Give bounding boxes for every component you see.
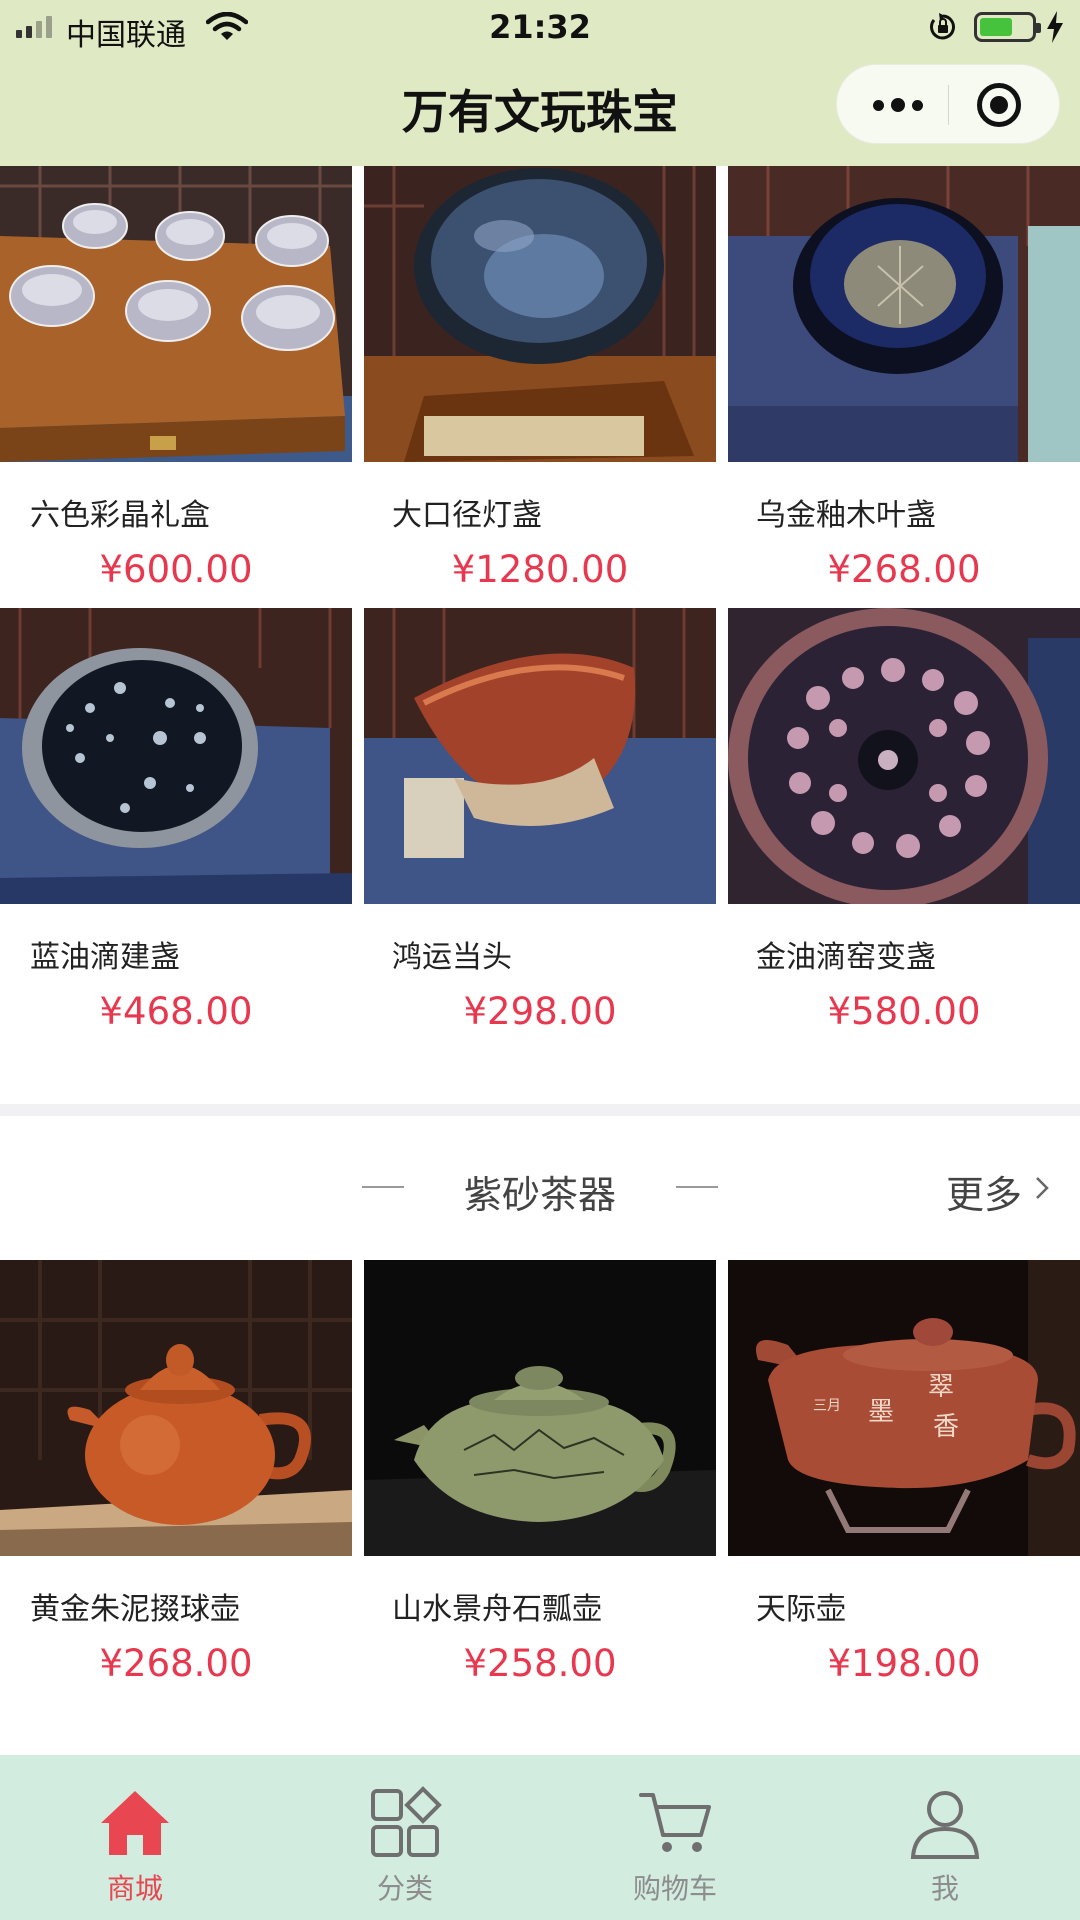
tab-label: 分类 [376,1872,433,1905]
product-image[interactable] [728,166,1080,462]
product-name[interactable]: 蓝油滴建盏 [30,932,180,976]
product-price: ¥580.00 [827,990,981,1033]
product-image[interactable] [364,608,716,904]
title-line-right [676,1186,718,1188]
product-photo [0,608,352,904]
product-image[interactable] [364,1260,716,1556]
product-row: 蓝油滴建盏 ¥468.00 鸿运当头 ¥298.00 金油滴窑变盏 ¥580.0… [0,608,1080,1104]
product-photo [364,166,716,462]
product-name[interactable]: 六色彩晶礼盒 [30,490,210,534]
battery-icon [974,12,1041,42]
product-price: ¥268.00 [827,548,981,591]
product-image[interactable] [0,608,352,904]
product-photo [0,166,352,462]
category-icon [371,1786,442,1857]
charging-icon [1047,11,1063,43]
svg-text:三月: 三月 [813,1398,841,1414]
product-price: ¥468.00 [99,990,253,1033]
home-icon [101,1791,169,1855]
product-image[interactable] [364,166,716,462]
dot-icon [873,99,884,111]
product-photo [728,608,1080,904]
tab-label: 购物车 [632,1872,717,1905]
svg-text:墨: 墨 [868,1397,894,1427]
tab-cart[interactable]: 购物车 [540,1755,810,1920]
product-photo [728,166,1080,462]
product-photo [364,1260,716,1556]
product-image[interactable] [728,608,1080,904]
section-title: 紫砂茶器 [463,1173,616,1217]
svg-text:香: 香 [933,1412,959,1442]
product-card[interactable]: 大口径灯盏 ¥1280.00 [364,166,716,662]
product-image[interactable] [0,166,352,462]
product-name[interactable]: 大口径灯盏 [392,490,542,534]
more-link[interactable]: 更多 [946,1164,1022,1219]
tab-bar: 商城 分类 购物车 我 [0,1755,1080,1920]
product-price: ¥600.00 [99,548,253,591]
product-row: 黄金朱泥掇球壶 ¥268.00 山水景舟石瓢壶 ¥258.00 墨 翠 香 三月… [0,1260,1080,1756]
product-name[interactable]: 黄金朱泥掇球壶 [30,1584,240,1628]
tab-label: 商城 [106,1872,163,1905]
status-time: 21:32 [489,8,591,46]
more-options-button[interactable] [851,65,945,145]
tab-mall[interactable]: 商城 [0,1755,270,1920]
product-photo [364,608,716,904]
product-price: ¥198.00 [827,1642,981,1685]
product-name[interactable]: 金油滴窑变盏 [756,932,936,976]
mini-program-capsule [836,64,1060,144]
product-image[interactable] [0,1260,352,1556]
dot-icon [891,98,905,112]
product-row: 六色彩晶礼盒 ¥600.00 大口径灯盏 ¥1280.00 乌金釉木叶盏 ¥26… [0,166,1080,662]
product-price: ¥258.00 [463,1642,617,1685]
cart-icon [639,1793,711,1852]
product-card[interactable]: 山水景舟石瓢壶 ¥258.00 [364,1260,716,1756]
product-name[interactable]: 天际壶 [756,1584,846,1628]
tab-category[interactable]: 分类 [270,1755,540,1920]
product-price: ¥1280.00 [451,548,629,591]
product-price: ¥268.00 [99,1642,253,1685]
product-image[interactable]: 墨 翠香 三月 [728,1260,1080,1556]
product-card[interactable]: 蓝油滴建盏 ¥468.00 [0,608,352,1104]
top-header: 中国联通 21:32 万有文玩珠宝 [0,0,1080,166]
product-name[interactable]: 乌金釉木叶盏 [756,490,936,534]
product-card[interactable]: 黄金朱泥掇球壶 ¥268.00 [0,1260,352,1756]
close-miniprogram-button[interactable] [977,83,1021,127]
product-price: ¥298.00 [463,990,617,1033]
svg-text:翠: 翠 [928,1372,954,1402]
product-card[interactable]: 六色彩晶礼盒 ¥600.00 [0,166,352,662]
user-icon [910,1791,980,1859]
status-bar: 中国联通 21:32 [0,0,1080,54]
product-card[interactable]: 乌金釉木叶盏 ¥268.00 [728,166,1080,662]
product-photo [0,1260,352,1556]
product-card[interactable]: 墨 翠香 三月 天际壶 ¥198.00 [728,1260,1080,1756]
dot-icon [912,99,923,111]
product-card[interactable]: 金油滴窑变盏 ¥580.00 [728,608,1080,1104]
product-card[interactable]: 鸿运当头 ¥298.00 [364,608,716,1104]
rotation-lock-icon [930,13,955,40]
section-divider [0,1104,1080,1116]
product-name[interactable]: 鸿运当头 [392,932,512,976]
chevron-right-icon[interactable] [1030,1176,1054,1200]
product-name[interactable]: 山水景舟石瓢壶 [392,1584,602,1628]
tab-me[interactable]: 我 [810,1755,1080,1920]
tab-label: 我 [930,1872,959,1905]
section-header: 紫砂茶器 更多 [0,1116,1080,1260]
product-photo: 墨 翠香 三月 [728,1260,1080,1556]
